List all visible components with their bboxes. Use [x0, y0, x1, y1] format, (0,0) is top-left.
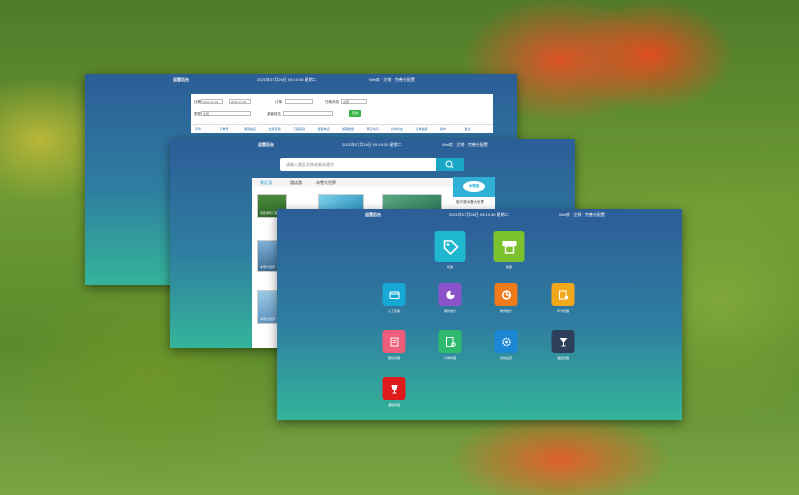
app-label: 年卡管理	[556, 309, 569, 313]
table-column-header: 操作	[440, 127, 447, 131]
thumb-label: 景区游乐门票	[260, 211, 279, 215]
search-icon	[445, 160, 454, 169]
table-column-header: 游客电话	[317, 127, 330, 131]
side-card-banner: 冰雪游	[453, 177, 495, 197]
donut-chart-icon	[494, 283, 518, 306]
table-column-header: 付款状态	[391, 127, 404, 131]
header-datetime: 2021年07月26日 09:10:30 星期二	[342, 142, 402, 147]
order-filter-form: 日期 2021-07-26 2021-07-26 订单 付款状态 全部 类型 全…	[191, 94, 493, 124]
table-column-header: 订单号	[219, 127, 229, 131]
table-column-header: 序号	[195, 127, 202, 131]
app-tile-annual-card[interactable]: 年卡管理	[543, 283, 583, 323]
header-user-links[interactable]: Wel欢 · 注销 · 完善分配置	[559, 212, 605, 218]
filter-row-2: 类型 全部 游客姓名 查询	[191, 108, 493, 120]
tab-hotel[interactable]: 酒店游	[290, 180, 302, 186]
wine-glass-icon	[382, 377, 406, 400]
cocktail-icon	[551, 330, 575, 353]
order-input[interactable]	[285, 99, 313, 104]
app-tile-settings[interactable]: 系统设置	[486, 330, 526, 370]
brand-logo: 冰雪游	[463, 181, 485, 192]
table-column-header: 出游日期	[268, 127, 281, 131]
tag-icon	[434, 231, 466, 262]
query-button[interactable]: 查询	[349, 110, 361, 117]
app-label: 销售统计	[443, 309, 456, 313]
app-label: 酒店管理	[556, 356, 569, 360]
status-select[interactable]: 全部	[341, 99, 367, 104]
header-datetime: 2021年07月26日 09:10:30 星期二	[449, 212, 509, 217]
pie-chart-icon	[438, 283, 462, 306]
app-title: 运营后台	[258, 142, 274, 147]
table-column-header: 游客数量	[342, 127, 355, 131]
order-label: 订单	[275, 100, 282, 104]
app-label: 团队管理	[387, 356, 400, 360]
window-header: 运营后台 2021年07月26日 09:10:30 星期二 Wel欢 · 注销 …	[170, 139, 575, 151]
gear-icon	[494, 330, 518, 353]
side-card-label: 哈尔滨冰雪大世界	[456, 200, 484, 204]
app-tile-check[interactable]: 检票	[489, 231, 529, 271]
app-label: 人工售票	[387, 309, 400, 313]
table-column-header: 订单金额	[415, 127, 428, 131]
app-label: 订单管理	[443, 356, 456, 360]
header-user-links[interactable]: Wel欢 · 注销 · 完善分配置	[369, 77, 415, 83]
order-table-header: 序号 订单号 游客姓名 出游日期 门票名称 游客电话 游客数量 预订时间 付款状态 订单金额 操作 备…	[191, 124, 493, 133]
tab-ice-world[interactable]: 冰雪大世界	[316, 180, 336, 186]
ticket-machine-icon	[493, 231, 525, 262]
date-from-input[interactable]: 2021-07-26	[201, 99, 223, 104]
table-column-header: 预订时间	[366, 127, 379, 131]
thumb-label: 冰雪大世界	[260, 265, 276, 269]
app-title: 运营后台	[173, 77, 189, 82]
table-column-header: 备注	[464, 127, 471, 131]
app-title: 运营后台	[365, 212, 381, 217]
status-label: 付款状态	[325, 100, 339, 104]
app-tile-orders[interactable]: 订单管理	[430, 330, 470, 370]
document-icon	[382, 330, 406, 353]
app-label: 售票	[446, 265, 453, 269]
type-label: 类型	[194, 112, 201, 116]
app-tile-team[interactable]: 团队管理	[374, 330, 414, 370]
header-datetime: 2021年07月26日 09:10:30 星期二	[257, 77, 317, 82]
thumb-label: 冰雪大世界	[260, 317, 276, 321]
filter-row-1: 日期 2021-07-26 2021-07-26 订单 付款状态 全部	[191, 96, 493, 108]
table-column-header: 门票名称	[293, 127, 306, 131]
name-label: 游客姓名	[267, 112, 281, 116]
category-tabs: 景区游 酒店游 冰雪大世界	[252, 178, 466, 187]
app-tile-bar[interactable]: 酒吧管理	[374, 377, 414, 417]
app-tile-sell[interactable]: 售票	[430, 231, 470, 271]
app-tile-finance-stats[interactable]: 财务统计	[486, 283, 526, 323]
search-placeholder: 请输入景区名称或者关键字	[286, 162, 334, 167]
tab-scenic[interactable]: 景区游	[260, 180, 272, 186]
app-label: 财务统计	[499, 309, 512, 313]
name-input[interactable]	[283, 111, 333, 116]
type-select[interactable]: 全部	[201, 111, 251, 116]
date-to-input[interactable]: 2021-07-26	[229, 99, 251, 104]
app-tile-sales-stats[interactable]: 销售统计	[430, 283, 470, 323]
window-app-launcher: 运营后台 2021年07月26日 09:10:30 星期二 Wel欢 · 注销 …	[277, 209, 682, 420]
wallet-icon	[382, 283, 406, 306]
search-button[interactable]	[436, 158, 464, 171]
side-promo-card[interactable]: 冰雪游 哈尔滨冰雪大世界	[453, 177, 495, 209]
app-label: 检票	[505, 265, 512, 269]
window-header: 运营后台 2021年07月26日 09:10:30 星期二 Wel欢 · 注销 …	[85, 74, 517, 86]
app-label: 酒吧管理	[387, 403, 400, 407]
table-column-header: 游客姓名	[244, 127, 257, 131]
app-tile-manual-sell[interactable]: 人工售票	[374, 283, 414, 323]
window-header: 运营后台 2021年07月26日 09:10:30 星期二 Wel欢 · 注销 …	[277, 209, 682, 221]
date-label: 日期	[194, 100, 201, 104]
app-tile-hotel[interactable]: 酒店管理	[543, 330, 583, 370]
app-label: 系统设置	[499, 356, 512, 360]
order-settings-icon	[438, 330, 462, 353]
card-settings-icon	[551, 283, 575, 306]
header-user-links[interactable]: Wel欢 · 注销 · 完善分配置	[442, 142, 488, 148]
